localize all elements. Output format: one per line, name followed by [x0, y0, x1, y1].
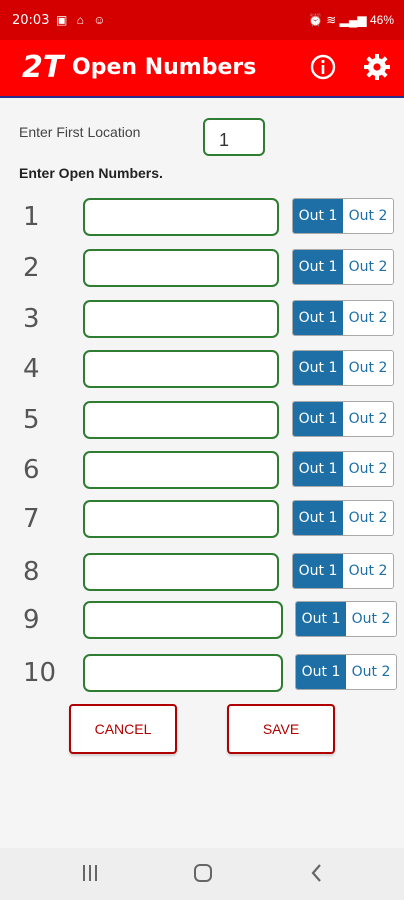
row-number: 7	[23, 504, 40, 534]
row-number: 10	[23, 658, 57, 688]
open-number-row: 2 Out 1 Out 2	[0, 249, 404, 289]
row-number: 4	[23, 354, 40, 384]
out-toggle[interactable]: Out 1 Out 2	[292, 451, 394, 487]
open-number-row: 1 Out 1 Out 2	[0, 198, 404, 238]
open-number-row: 10 Out 1 Out 2	[0, 654, 404, 694]
open-number-input[interactable]	[83, 553, 279, 591]
out1-option[interactable]: Out 1	[293, 402, 343, 436]
open-number-row: 5 Out 1 Out 2	[0, 401, 404, 441]
cancel-button[interactable]: CANCEL	[69, 704, 177, 754]
open-number-input[interactable]	[83, 350, 279, 388]
system-nav-bar	[0, 848, 404, 900]
wifi-icon: ≋	[326, 13, 337, 27]
row-number: 3	[23, 304, 40, 334]
row-number: 1	[23, 202, 40, 232]
open-number-row: 3 Out 1 Out 2	[0, 300, 404, 340]
out-toggle[interactable]: Out 1 Out 2	[292, 401, 394, 437]
open-number-row: 8 Out 1 Out 2	[0, 553, 404, 593]
out2-option[interactable]: Out 2	[343, 250, 393, 284]
row-number: 9	[23, 605, 40, 635]
row-number: 6	[23, 455, 40, 485]
out2-option[interactable]: Out 2	[343, 452, 393, 486]
out2-option[interactable]: Out 2	[343, 501, 393, 535]
info-icon[interactable]	[308, 52, 338, 82]
status-time: 20:03	[12, 13, 50, 28]
status-bar: 20:03 ▣ ⌂ ☺ ⏰ ≋ ▂▄▆ 46%	[0, 0, 404, 40]
out2-option[interactable]: Out 2	[346, 655, 396, 689]
out-toggle[interactable]: Out 1 Out 2	[292, 350, 394, 386]
out2-option[interactable]: Out 2	[343, 351, 393, 385]
save-button[interactable]: SAVE	[227, 704, 335, 754]
app-bar: 2T Open Numbers	[0, 40, 404, 98]
open-number-input[interactable]	[83, 401, 279, 439]
app-title: Open Numbers	[72, 55, 257, 80]
out2-option[interactable]: Out 2	[343, 554, 393, 588]
alarm-icon: ⏰	[307, 13, 323, 27]
open-number-row: 9 Out 1 Out 2	[0, 601, 404, 641]
open-number-input[interactable]	[83, 198, 279, 236]
out1-option[interactable]: Out 1	[293, 250, 343, 284]
out-toggle[interactable]: Out 1 Out 2	[292, 553, 394, 589]
open-number-row: 7 Out 1 Out 2	[0, 500, 404, 540]
open-number-input[interactable]	[83, 300, 279, 338]
notification-icons: ▣ ⌂ ☺	[56, 13, 109, 27]
battery-level: 46%	[369, 13, 394, 27]
open-number-input[interactable]	[83, 500, 279, 538]
out1-option[interactable]: Out 1	[293, 501, 343, 535]
out-toggle[interactable]: Out 1 Out 2	[292, 249, 394, 285]
recent-apps-icon[interactable]	[80, 862, 100, 884]
out1-option[interactable]: Out 1	[296, 655, 346, 689]
out2-option[interactable]: Out 2	[343, 402, 393, 436]
out2-option[interactable]: Out 2	[346, 602, 396, 636]
out1-option[interactable]: Out 1	[293, 199, 343, 233]
signal-icon: ▂▄▆	[339, 13, 367, 27]
app-logo: 2T	[22, 50, 64, 85]
first-location-label: Enter First Location	[19, 124, 141, 140]
open-number-input[interactable]	[83, 654, 283, 692]
row-number: 8	[23, 557, 40, 587]
out1-option[interactable]: Out 1	[293, 452, 343, 486]
first-location-input[interactable]: 1	[203, 118, 265, 156]
back-icon[interactable]	[308, 862, 326, 884]
open-numbers-label: Enter Open Numbers.	[19, 165, 163, 181]
open-number-input[interactable]	[83, 601, 283, 639]
out-toggle[interactable]: Out 1 Out 2	[295, 601, 397, 637]
out1-option[interactable]: Out 1	[293, 351, 343, 385]
settings-gear-icon[interactable]	[362, 52, 392, 82]
open-number-row: 6 Out 1 Out 2	[0, 451, 404, 491]
row-number: 2	[23, 253, 40, 283]
open-number-input[interactable]	[83, 451, 279, 489]
out1-option[interactable]: Out 1	[293, 554, 343, 588]
status-right: ⏰ ≋ ▂▄▆ 46%	[308, 13, 394, 27]
row-number: 5	[23, 405, 40, 435]
home-icon[interactable]	[192, 862, 214, 884]
out2-option[interactable]: Out 2	[343, 301, 393, 335]
open-number-input[interactable]	[83, 249, 279, 287]
out-toggle[interactable]: Out 1 Out 2	[295, 654, 397, 690]
out1-option[interactable]: Out 1	[293, 301, 343, 335]
out-toggle[interactable]: Out 1 Out 2	[292, 500, 394, 536]
out-toggle[interactable]: Out 1 Out 2	[292, 198, 394, 234]
out-toggle[interactable]: Out 1 Out 2	[292, 300, 394, 336]
out2-option[interactable]: Out 2	[343, 199, 393, 233]
open-number-row: 4 Out 1 Out 2	[0, 350, 404, 390]
out1-option[interactable]: Out 1	[296, 602, 346, 636]
